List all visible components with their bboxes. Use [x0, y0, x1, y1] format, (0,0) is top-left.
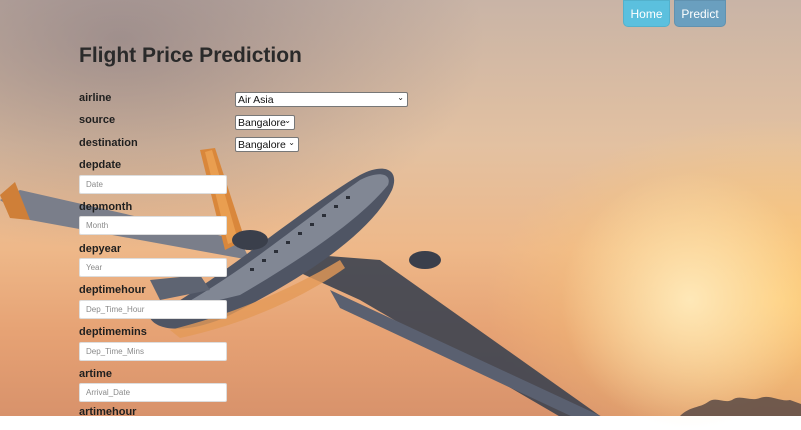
destination-label: destination: [79, 137, 138, 149]
destination-select-value: Bangalore: [238, 138, 286, 151]
artime-input[interactable]: [79, 383, 227, 402]
predict-button[interactable]: Predict: [674, 0, 726, 27]
destination-select[interactable]: Bangalore ⌄: [235, 137, 299, 152]
home-button[interactable]: Home: [623, 0, 670, 27]
depmonth-label: depmonth: [79, 201, 133, 213]
depdate-label: depdate: [79, 159, 122, 171]
top-navigation: Home Predict: [623, 0, 726, 27]
chevron-down-icon: ⌄: [288, 138, 295, 147]
page-title: Flight Price Prediction: [79, 44, 302, 67]
airline-select-value: Air Asia: [238, 93, 274, 106]
cloud-silhouettes: [680, 396, 801, 416]
deptimehour-input[interactable]: [79, 300, 227, 319]
chevron-down-icon: ⌄: [284, 116, 291, 125]
source-select[interactable]: Bangalore ⌄: [235, 115, 295, 130]
depmonth-input[interactable]: [79, 216, 227, 235]
deptimemins-label: deptimemins: [79, 326, 147, 338]
depyear-input[interactable]: [79, 258, 227, 277]
airline-select[interactable]: Air Asia ⌄: [235, 92, 408, 107]
artime-label: artime: [79, 368, 113, 380]
airline-label: airline: [79, 92, 112, 104]
depyear-label: depyear: [79, 243, 122, 255]
deptimehour-label: deptimehour: [79, 284, 146, 296]
artimehour-label: artimehour: [79, 406, 137, 418]
source-select-value: Bangalore: [238, 116, 286, 129]
deptimemins-input[interactable]: [79, 342, 227, 361]
chevron-down-icon: ⌄: [397, 93, 404, 102]
depdate-input[interactable]: [79, 175, 227, 194]
source-label: source: [79, 114, 116, 126]
